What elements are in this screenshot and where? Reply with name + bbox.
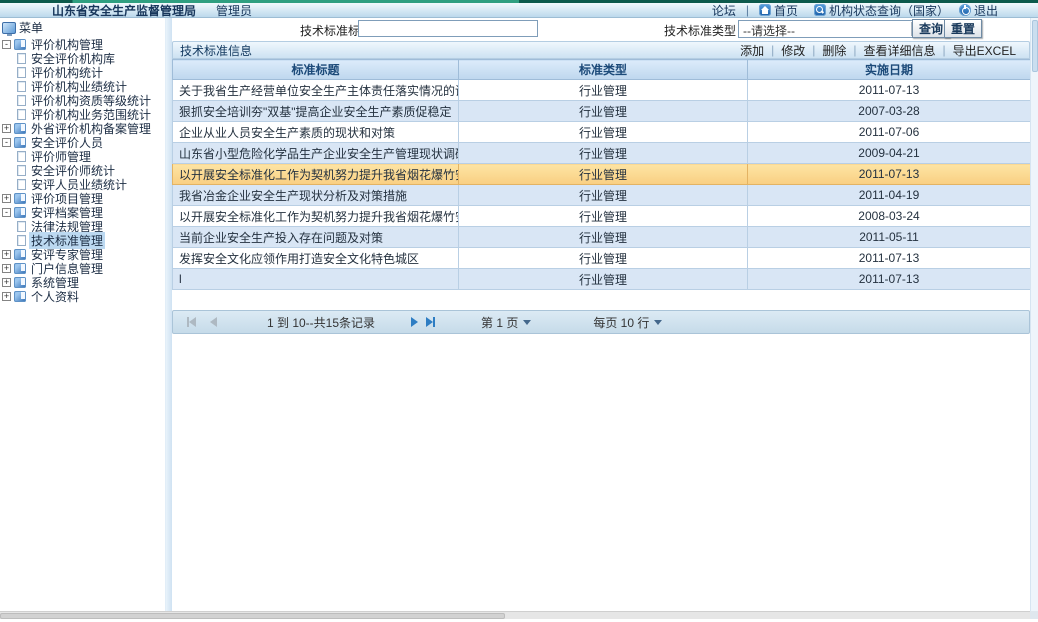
- page-size-label: 每页 10 行: [593, 314, 649, 331]
- table-row[interactable]: 发挥安全文化应领作用打造安全文化特色城区行业管理2011-07-13: [173, 248, 1031, 269]
- logout-link[interactable]: 退出: [959, 2, 998, 19]
- app-title: 山东省安全生产监督管理局: [52, 2, 196, 19]
- horizontal-scrollbar[interactable]: [0, 611, 1038, 619]
- table-row[interactable]: 企业从业人员安全生产素质的现状和对策行业管理2011-07-06: [173, 122, 1031, 143]
- page-icon: [17, 151, 26, 162]
- page-icon: [17, 165, 26, 176]
- logout-icon: [959, 4, 971, 16]
- page-icon: [17, 179, 26, 190]
- folder-icon: [14, 123, 26, 134]
- table-row-selected[interactable]: 以开展安全标准化工作为契机努力提升我省烟花爆竹安全管理水平行业管理2011-07…: [173, 164, 1031, 185]
- page-icon: [17, 221, 26, 232]
- folder-icon: [14, 291, 26, 302]
- tree-item[interactable]: 个人资料: [0, 289, 165, 303]
- standard-type-value: --请选择--: [743, 24, 795, 38]
- page-icon: [17, 109, 26, 120]
- vertical-scrollbar-thumb[interactable]: [1032, 20, 1038, 72]
- expand-icon[interactable]: [2, 194, 11, 203]
- folder-icon: [14, 193, 26, 204]
- next-page-button[interactable]: [411, 317, 418, 327]
- page-icon: [17, 67, 26, 78]
- record-range-text: 1 到 10--共15条记录: [251, 314, 391, 331]
- logout-label: 退出: [974, 2, 998, 19]
- expand-icon[interactable]: [2, 250, 11, 259]
- menu-root: 菜单: [2, 20, 165, 35]
- column-header-title[interactable]: 标准标题: [173, 60, 459, 80]
- menu-icon: [2, 22, 16, 34]
- folder-icon: [14, 277, 26, 288]
- table-row[interactable]: 以开展安全标准化工作为契机努力提升我省烟花爆竹安全管理水平行业管理2008-03…: [173, 206, 1031, 227]
- app-window: 山东省安全生产监督管理局 管理员 论坛 | 首页 机构状态查询（国家） 退出 菜…: [0, 0, 1038, 622]
- tree-item[interactable]: 系统管理: [0, 275, 165, 289]
- expand-icon[interactable]: [2, 264, 11, 273]
- table-row[interactable]: 当前企业安全生产投入存在问题及对策行业管理2011-05-11: [173, 227, 1031, 248]
- horizontal-scrollbar-thumb[interactable]: [0, 613, 505, 619]
- page-icon: [17, 235, 26, 246]
- reset-button[interactable]: 重置: [944, 19, 982, 38]
- current-user: 管理员: [216, 2, 252, 19]
- table-row[interactable]: 山东省小型危险化学品生产企业安全生产管理现状调研报告行业管理2009-04-21: [173, 143, 1031, 164]
- folder-icon: [14, 39, 26, 50]
- org-status-label: 机构状态查询（国家）: [829, 2, 949, 19]
- chevron-down-icon: [523, 320, 531, 325]
- chevron-down-icon: [654, 320, 662, 325]
- scrollbar-corner: [1030, 611, 1038, 619]
- table-header-row: 标准标题 标准类型 实施日期: [173, 60, 1031, 80]
- last-page-button[interactable]: [426, 317, 435, 327]
- expand-icon[interactable]: [2, 292, 11, 301]
- panel-title: 技术标准信息: [180, 42, 252, 59]
- column-header-type[interactable]: 标准类型: [459, 60, 748, 80]
- page-icon: [17, 81, 26, 92]
- collapse-icon[interactable]: [2, 208, 11, 217]
- standards-table: 标准标题 标准类型 实施日期 关于我省生产经营单位安全生产主体责任落实情况的调研…: [172, 59, 1031, 290]
- folder-icon: [14, 207, 26, 218]
- expand-icon[interactable]: [2, 278, 11, 287]
- home-link-label: 首页: [774, 2, 798, 19]
- add-button[interactable]: 添加: [733, 42, 771, 59]
- delete-button[interactable]: 删除: [815, 42, 853, 59]
- menu-tree: 评价机构管理 安全评价机构库 评价机构统计 评价机构业绩统计 评价机构资质等级统…: [0, 37, 165, 303]
- menu-root-label: 菜单: [19, 19, 43, 36]
- org-status-icon: [814, 4, 826, 16]
- folder-icon: [14, 137, 26, 148]
- table-row[interactable]: 我省冶金企业安全生产现状分析及对策措施行业管理2011-04-19: [173, 185, 1031, 206]
- folder-icon: [14, 263, 26, 274]
- org-status-link[interactable]: 机构状态查询（国家）: [814, 2, 949, 19]
- page-number-select[interactable]: 第 1 页: [481, 314, 531, 331]
- folder-icon: [14, 249, 26, 260]
- page-size-select[interactable]: 每页 10 行: [593, 314, 662, 331]
- standard-type-select[interactable]: --请选择--: [738, 20, 928, 38]
- home-icon: [759, 4, 771, 16]
- view-detail-button[interactable]: 查看详细信息: [857, 42, 943, 59]
- forum-link[interactable]: 论坛: [712, 2, 736, 19]
- expand-icon[interactable]: [2, 124, 11, 133]
- page-number-label: 第 1 页: [481, 314, 518, 331]
- collapse-icon[interactable]: [2, 40, 11, 49]
- column-header-date[interactable]: 实施日期: [748, 60, 1031, 80]
- prev-page-button[interactable]: [210, 317, 217, 327]
- page-icon: [17, 53, 26, 64]
- pane-splitter[interactable]: [165, 18, 172, 611]
- link-divider: |: [742, 3, 753, 17]
- export-excel-button[interactable]: 导出EXCEL: [946, 42, 1023, 59]
- table-row[interactable]: 关于我省生产经营单位安全生产主体责任落实情况的调研报告行业管理2011-07-1…: [173, 80, 1031, 101]
- collapse-icon[interactable]: [2, 138, 11, 147]
- first-page-button[interactable]: [187, 317, 196, 327]
- tree-item[interactable]: 门户信息管理: [0, 261, 165, 275]
- table-row[interactable]: l行业管理2011-07-13: [173, 269, 1031, 290]
- home-link[interactable]: 首页: [759, 2, 798, 19]
- table-row[interactable]: 狠抓安全培训夯"双基"提高企业安全生产素质促稳定行业管理2007-03-28: [173, 101, 1031, 122]
- standard-title-input[interactable]: [358, 20, 538, 37]
- standard-type-label: 技术标准类型: [664, 22, 736, 39]
- edit-button[interactable]: 修改: [774, 42, 812, 59]
- pagination-bar: 1 到 10--共15条记录 第 1 页 每页 10 行: [172, 310, 1030, 334]
- search-form: 技术标准标题 技术标准类型 --请选择-- 查询 重置: [172, 18, 1030, 41]
- page-icon: [17, 95, 26, 106]
- vertical-scrollbar[interactable]: [1030, 18, 1038, 611]
- sidebar-menu: 菜单 评价机构管理 安全评价机构库 评价机构统计 评价机构业绩统计 评价机构资质…: [0, 18, 165, 611]
- main-panel: 技术标准标题 技术标准类型 --请选择-- 查询 重置 技术标准信息 添加 | …: [172, 18, 1030, 611]
- panel-toolbar: 技术标准信息 添加 | 修改 | 删除 | 查看详细信息 | 导出EXCEL: [172, 41, 1030, 59]
- header-bar: 山东省安全生产监督管理局 管理员 论坛 | 首页 机构状态查询（国家） 退出: [0, 3, 1038, 18]
